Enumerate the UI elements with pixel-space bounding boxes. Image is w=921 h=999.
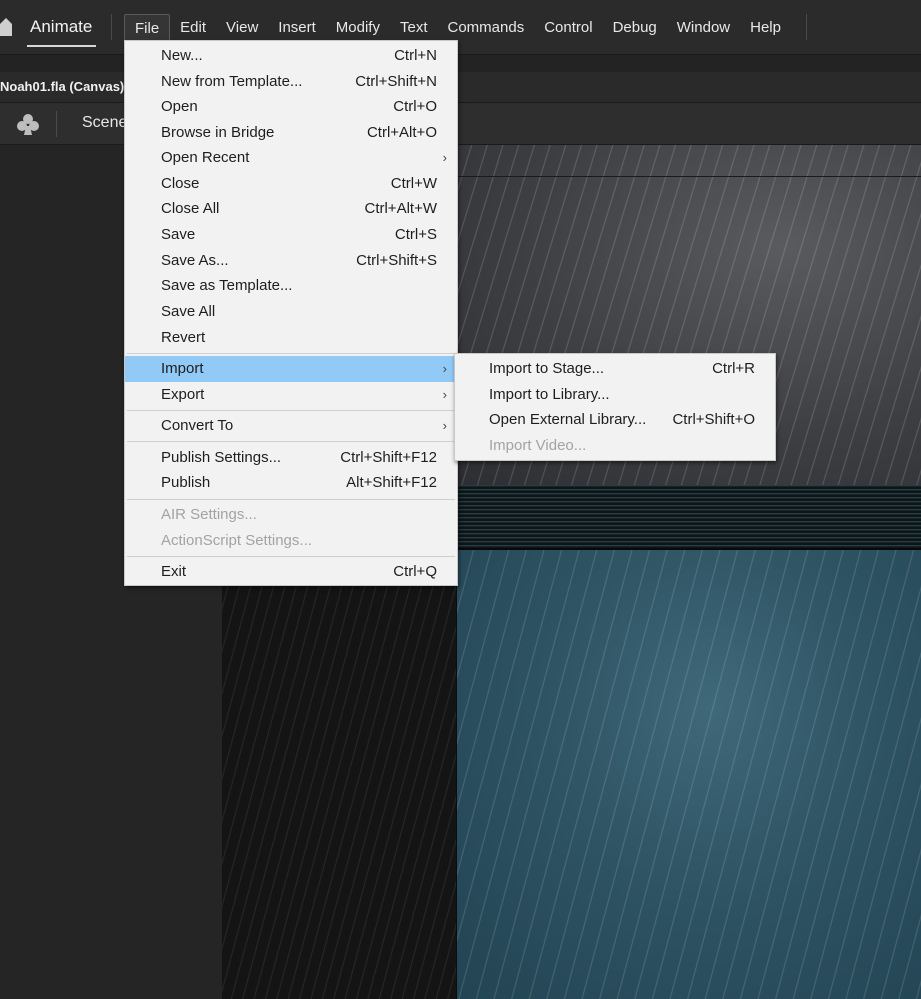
menu-divider	[111, 14, 112, 40]
menu-item-label: New from Template...	[161, 73, 303, 90]
menu-item-label: Import Video...	[489, 437, 587, 454]
menu-item-label: Browse in Bridge	[161, 124, 275, 141]
file-menu-new[interactable]: New... Ctrl+N	[125, 43, 457, 69]
file-menu-save-all[interactable]: Save All	[125, 299, 457, 325]
file-menu-publish[interactable]: Publish Alt+Shift+F12	[125, 470, 457, 496]
menu-item-label: Publish	[161, 474, 211, 491]
menu-separator	[127, 410, 455, 411]
file-menu-exit[interactable]: Exit Ctrl+Q	[125, 559, 457, 585]
menu-insert[interactable]: Insert	[268, 14, 326, 42]
menu-item-label: Open External Library...	[489, 411, 647, 428]
menu-item-label: Close All	[161, 200, 220, 217]
scene-label[interactable]: Scene	[82, 114, 127, 132]
chevron-right-icon: ›	[442, 150, 447, 165]
menu-text[interactable]: Text	[390, 14, 438, 42]
file-menu-save-as[interactable]: Save As... Ctrl+Shift+S	[125, 248, 457, 274]
menu-item-label: Save as Template...	[161, 277, 293, 294]
edit-bar-divider	[56, 111, 57, 137]
menu-item-label: AIR Settings...	[161, 506, 257, 523]
menu-item-label: ActionScript Settings...	[161, 532, 312, 549]
file-menu-publish-settings[interactable]: Publish Settings... Ctrl+Shift+F12	[125, 445, 457, 471]
menu-item-label: Import	[161, 360, 204, 377]
file-menu-browse-in-bridge[interactable]: Browse in Bridge Ctrl+Alt+O	[125, 120, 457, 146]
menu-item-shortcut: Ctrl+Shift+S	[356, 252, 437, 269]
menu-item-label: Save	[161, 226, 196, 243]
file-menu-air-settings: AIR Settings...	[125, 502, 457, 528]
menu-item-shortcut: Ctrl+O	[393, 98, 437, 115]
chevron-right-icon: ›	[442, 418, 447, 433]
menu-control[interactable]: Control	[534, 14, 602, 42]
menu-item-label: Import to Stage...	[489, 360, 605, 377]
menu-item-shortcut: Ctrl+Shift+O	[672, 411, 755, 428]
file-menu: New... Ctrl+N New from Template... Ctrl+…	[124, 40, 458, 586]
menu-item-label: Export	[161, 386, 205, 403]
menu-item-label: Publish Settings...	[161, 449, 282, 466]
import-video: Import Video...	[455, 433, 775, 459]
menu-commands[interactable]: Commands	[438, 14, 535, 42]
file-menu-save-as-template[interactable]: Save as Template...	[125, 273, 457, 299]
menu-item-shortcut: Ctrl+Alt+W	[364, 200, 437, 217]
chevron-right-icon: ›	[442, 387, 447, 402]
file-menu-open[interactable]: Open Ctrl+O	[125, 94, 457, 120]
stage-water-artwork[interactable]	[457, 550, 921, 999]
file-menu-import[interactable]: Import ›	[125, 356, 457, 382]
import-to-stage[interactable]: Import to Stage... Ctrl+R	[455, 356, 775, 382]
home-icon[interactable]	[0, 16, 12, 36]
menu-item-shortcut: Ctrl+R	[712, 360, 755, 377]
menu-items: File Edit View Insert Modify Text Comman…	[124, 14, 791, 42]
import-to-library[interactable]: Import to Library...	[455, 382, 775, 408]
menu-item-label: Close	[161, 175, 200, 192]
menu-item-shortcut: Ctrl+Alt+O	[366, 124, 437, 141]
club-icon[interactable]	[16, 112, 40, 136]
menu-item-shortcut: Ctrl+Shift+F12	[340, 449, 437, 466]
file-menu-new-from-template[interactable]: New from Template... Ctrl+Shift+N	[125, 69, 457, 95]
menu-item-label: Exit	[161, 563, 187, 580]
file-menu-actionscript-settings: ActionScript Settings...	[125, 528, 457, 554]
file-menu-save[interactable]: Save Ctrl+S	[125, 222, 457, 248]
menu-help[interactable]: Help	[740, 14, 791, 42]
menu-item-shortcut: Ctrl+W	[390, 175, 437, 192]
document-tab[interactable]: Noah01.fla (Canvas)	[0, 79, 124, 94]
menu-item-shortcut: Ctrl+S	[394, 226, 437, 243]
menu-item-shortcut: Alt+Shift+F12	[346, 474, 437, 491]
chevron-right-icon: ›	[442, 361, 447, 376]
open-external-library[interactable]: Open External Library... Ctrl+Shift+O	[455, 407, 775, 433]
file-menu-convert-to[interactable]: Convert To ›	[125, 413, 457, 439]
import-submenu: Import to Stage... Ctrl+R Import to Libr…	[454, 353, 776, 461]
menu-item-label: Save All	[161, 303, 216, 320]
menu-edit[interactable]: Edit	[170, 14, 216, 42]
file-menu-close[interactable]: Close Ctrl+W	[125, 171, 457, 197]
menu-separator	[127, 499, 455, 500]
menu-debug[interactable]: Debug	[603, 14, 667, 42]
menu-item-label: Import to Library...	[489, 386, 610, 403]
menu-separator	[127, 556, 455, 557]
menu-item-label: Open	[161, 98, 198, 115]
file-menu-revert[interactable]: Revert	[125, 325, 457, 351]
file-menu-export[interactable]: Export ›	[125, 382, 457, 408]
menu-item-label: Convert To	[161, 417, 234, 434]
menu-item-label: Revert	[161, 329, 206, 346]
menu-item-label: Save As...	[161, 252, 229, 269]
app-name[interactable]: Animate	[30, 17, 92, 37]
menu-separator	[127, 441, 455, 442]
menu-item-shortcut: Ctrl+N	[394, 47, 437, 64]
app-name-underline	[27, 45, 96, 47]
menu-file[interactable]: File	[124, 14, 171, 42]
file-menu-close-all[interactable]: Close All Ctrl+Alt+W	[125, 196, 457, 222]
stage-horizon-artwork[interactable]	[457, 485, 921, 549]
menu-separator	[127, 353, 455, 354]
menu-modify[interactable]: Modify	[326, 14, 390, 42]
menu-view[interactable]: View	[216, 14, 268, 42]
menu-window[interactable]: Window	[667, 14, 740, 42]
menu-item-label: Open Recent	[161, 149, 250, 166]
menu-item-label: New...	[161, 47, 203, 64]
file-menu-open-recent[interactable]: Open Recent ›	[125, 145, 457, 171]
stage-guide-line	[457, 176, 921, 177]
menu-item-shortcut: Ctrl+Shift+N	[355, 73, 437, 90]
menu-divider-end	[806, 14, 807, 40]
menu-item-shortcut: Ctrl+Q	[393, 563, 437, 580]
